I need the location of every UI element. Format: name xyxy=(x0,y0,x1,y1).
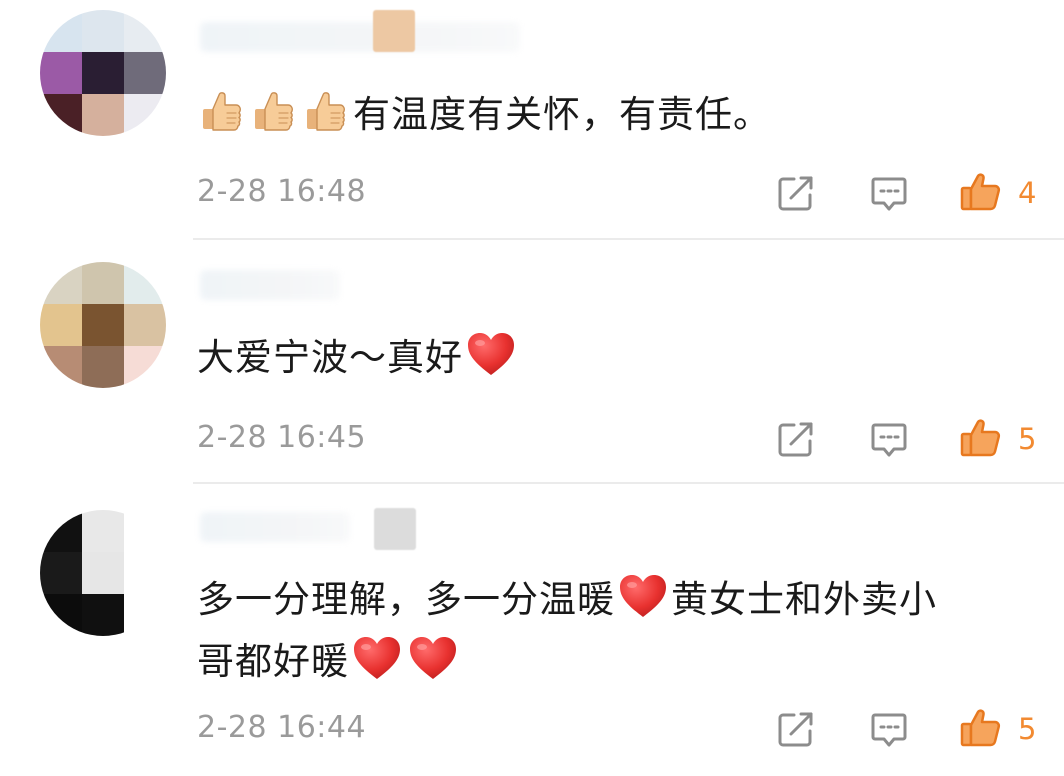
heart-emoji-icon xyxy=(407,634,459,682)
like-count: 5 xyxy=(1018,712,1037,746)
user-badge-icon xyxy=(374,508,416,550)
comment-timestamp: 2-28 16:48 xyxy=(197,174,367,209)
reply-icon xyxy=(867,708,911,752)
like-icon xyxy=(958,416,1002,460)
comment-body-line2: 哥都好暖 xyxy=(197,640,349,683)
reply-icon xyxy=(867,418,911,462)
like-button[interactable] xyxy=(958,170,1002,214)
comment-body: 大爱宁波～真好 xyxy=(197,336,463,379)
username-blurred[interactable] xyxy=(200,512,350,542)
user-badge-icon xyxy=(373,10,415,52)
comment-timestamp: 2-28 16:45 xyxy=(197,420,367,455)
comment-body-part2: 黄女士和外卖小 xyxy=(671,578,937,621)
avatar[interactable] xyxy=(40,10,166,136)
like-count: 5 xyxy=(1018,422,1037,456)
heart-emoji-icon xyxy=(617,572,669,620)
like-button[interactable] xyxy=(958,416,1002,460)
avatar[interactable] xyxy=(40,510,166,636)
like-count: 4 xyxy=(1018,176,1037,210)
share-button[interactable] xyxy=(774,417,818,461)
share-icon xyxy=(774,171,818,215)
heart-emoji-icon xyxy=(351,634,403,682)
reply-button[interactable] xyxy=(867,172,911,216)
heart-emoji-icon xyxy=(465,330,517,378)
comment-text-line2: 哥都好暖 xyxy=(197,634,461,688)
thumbs-up-emoji-icon xyxy=(301,87,349,135)
comment-item: 大爱宁波～真好 2-28 16:45 5 xyxy=(0,240,1064,484)
comment-text-line1: 多一分理解，多一分温暖 黄女士和外卖小 xyxy=(197,572,937,626)
like-button[interactable] xyxy=(958,706,1002,750)
thumbs-up-emoji-icon xyxy=(249,87,297,135)
reply-button[interactable] xyxy=(867,708,911,752)
comment-text: 大爱宁波～真好 xyxy=(197,330,519,384)
share-icon xyxy=(774,707,818,751)
comment-timestamp: 2-28 16:44 xyxy=(197,710,367,745)
thumbs-up-emoji-icon xyxy=(197,87,245,135)
reply-button[interactable] xyxy=(867,418,911,462)
comment-item: 有温度有关怀，有责任。 2-28 16:48 4 xyxy=(0,0,1064,240)
comment-body-part1: 多一分理解，多一分温暖 xyxy=(197,578,615,621)
username-blurred[interactable] xyxy=(200,270,340,300)
comment-body: 有温度有关怀，有责任。 xyxy=(353,93,771,136)
share-button[interactable] xyxy=(774,171,818,215)
username-blurred[interactable] xyxy=(200,22,520,52)
comment-item: 多一分理解，多一分温暖 黄女士和外卖小 哥都好暖 2-28 16:44 5 xyxy=(0,484,1064,776)
reply-icon xyxy=(867,172,911,216)
like-icon xyxy=(958,706,1002,750)
share-button[interactable] xyxy=(774,707,818,751)
share-icon xyxy=(774,417,818,461)
avatar[interactable] xyxy=(40,262,166,388)
comment-text: 有温度有关怀，有责任。 xyxy=(197,87,771,141)
like-icon xyxy=(958,170,1002,214)
